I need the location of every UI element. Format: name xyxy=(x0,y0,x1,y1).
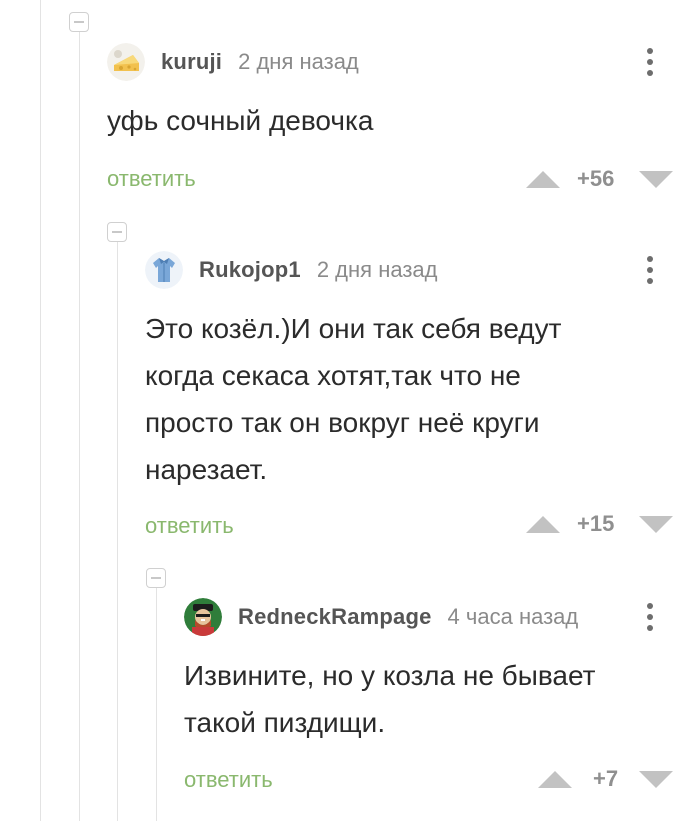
reply-link[interactable]: ответить xyxy=(107,166,196,192)
comment-text: Извините, но у козла не бывает такой пиз… xyxy=(184,652,595,746)
downvote-arrow-icon[interactable] xyxy=(639,771,673,788)
comment-text-line: Это козёл.)И они так себя ведут xyxy=(145,313,562,344)
comment-text-line: Извините, но у козла не бывает xyxy=(184,660,596,691)
comment-rating: +7 xyxy=(593,766,619,791)
collapse-thread-button[interactable] xyxy=(107,222,127,242)
thread-line xyxy=(156,588,157,821)
shirt-avatar-icon[interactable] xyxy=(145,251,183,289)
thread-line xyxy=(40,0,41,821)
comment-rating: +15 xyxy=(577,511,615,536)
comment-text-line: нарезает. xyxy=(145,454,268,485)
reply-link[interactable]: ответить xyxy=(184,767,273,793)
comment-username[interactable]: kuruji xyxy=(161,49,222,75)
downvote-arrow-icon[interactable] xyxy=(639,171,673,188)
comment-header: kuruji 2 дня назад xyxy=(107,42,359,82)
comment-header: Rukojop1 2 дня назад xyxy=(145,250,437,290)
collapse-thread-button[interactable] xyxy=(146,568,166,588)
comment-text-line: когда секаса хотят,так что не xyxy=(145,360,521,391)
comment-username[interactable]: RedneckRampage xyxy=(238,604,432,630)
collapse-thread-button[interactable] xyxy=(69,12,89,32)
downvote-arrow-icon[interactable] xyxy=(639,516,673,533)
comment-rating: +56 xyxy=(577,166,615,191)
comment-text: уфь сочный девочка xyxy=(107,105,374,136)
comment-text-line: просто так он вокруг неё круги xyxy=(145,407,540,438)
reply-link[interactable]: ответить xyxy=(145,513,234,539)
comment-text-line: такой пиздищи. xyxy=(184,707,386,738)
more-options-icon[interactable] xyxy=(638,42,662,82)
comment-timestamp[interactable]: 2 дня назад xyxy=(238,49,359,75)
upvote-arrow-icon[interactable] xyxy=(526,171,560,188)
comment-text: Это козёл.)И они так себя ведут когда се… xyxy=(145,305,561,493)
comment: kuruji 2 дня назад уфь сочный девочка от… xyxy=(107,42,700,202)
cheese-avatar-icon[interactable] xyxy=(107,43,145,81)
upvote-arrow-icon[interactable] xyxy=(538,771,572,788)
upvote-arrow-icon[interactable] xyxy=(526,516,560,533)
thread-line xyxy=(79,32,80,821)
comment: RedneckRampage 4 часа назад Извините, но… xyxy=(184,597,700,807)
comment-username[interactable]: Rukojop1 xyxy=(199,257,301,283)
comment-header: RedneckRampage 4 часа назад xyxy=(184,597,578,637)
redneck-avatar-icon[interactable] xyxy=(184,598,222,636)
comment-timestamp[interactable]: 4 часа назад xyxy=(448,604,579,630)
comment-timestamp[interactable]: 2 дня назад xyxy=(317,257,438,283)
comment: Rukojop1 2 дня назад Это козёл.)И они та… xyxy=(145,250,700,550)
thread-line xyxy=(117,242,118,821)
more-options-icon[interactable] xyxy=(638,250,662,290)
more-options-icon[interactable] xyxy=(638,597,662,637)
